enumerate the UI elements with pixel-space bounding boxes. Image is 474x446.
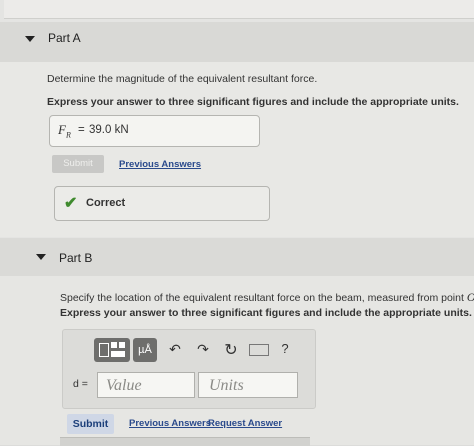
value-input[interactable]: Value — [97, 372, 195, 398]
caret-down-icon[interactable] — [25, 36, 35, 42]
part-a-submit-button[interactable]: Submit — [52, 155, 104, 173]
answer-variable-subscript: R — [65, 130, 71, 140]
request-answer-link[interactable]: Request Answer — [208, 418, 282, 429]
part-b-instruction: Express your answer to three significant… — [60, 307, 472, 319]
checkmark-icon: ✔ — [64, 195, 78, 212]
units-input[interactable]: Units — [198, 372, 298, 398]
part-b-previous-answers-link[interactable]: Previous Answers — [129, 418, 211, 429]
previous-card-edge — [4, 0, 474, 19]
templates-icon-small-2 — [119, 342, 125, 348]
answer-variable-letter: F — [58, 122, 66, 137]
part-b-question: Specify the location of the equivalent r… — [60, 290, 474, 305]
units-button[interactable]: µÅ — [133, 338, 157, 362]
templates-icon-small — [111, 342, 117, 348]
help-icon[interactable]: ? — [279, 341, 291, 356]
part-a-title: Part A — [48, 31, 81, 45]
part-a-instruction: Express your answer to three significant… — [47, 96, 459, 108]
keyboard-icon[interactable] — [249, 344, 269, 356]
redo-icon[interactable]: ↷ — [195, 341, 211, 358]
undo-icon[interactable]: ↶ — [167, 341, 183, 358]
caret-down-icon[interactable] — [36, 254, 46, 260]
part-a-question: Determine the magnitude of the equivalen… — [47, 73, 318, 85]
point-o: O — [467, 290, 474, 304]
answer-value: 39.0 kN — [89, 124, 129, 136]
variable-label: d = — [73, 378, 88, 390]
templates-button[interactable] — [94, 338, 130, 362]
reset-icon[interactable]: ↻ — [222, 340, 240, 360]
part-a-previous-answers-link[interactable]: Previous Answers — [119, 159, 201, 170]
part-b-title: Part B — [59, 251, 93, 265]
part-b-submit-button[interactable]: Submit — [67, 414, 114, 434]
answer-variable: FR — [58, 122, 71, 140]
part-b-question-text: Specify the location of the equivalent r… — [60, 292, 467, 304]
templates-icon-bar — [111, 351, 125, 357]
templates-icon — [99, 343, 109, 357]
feedback-correct: Correct — [86, 197, 126, 209]
answer-equals: = — [78, 124, 85, 136]
